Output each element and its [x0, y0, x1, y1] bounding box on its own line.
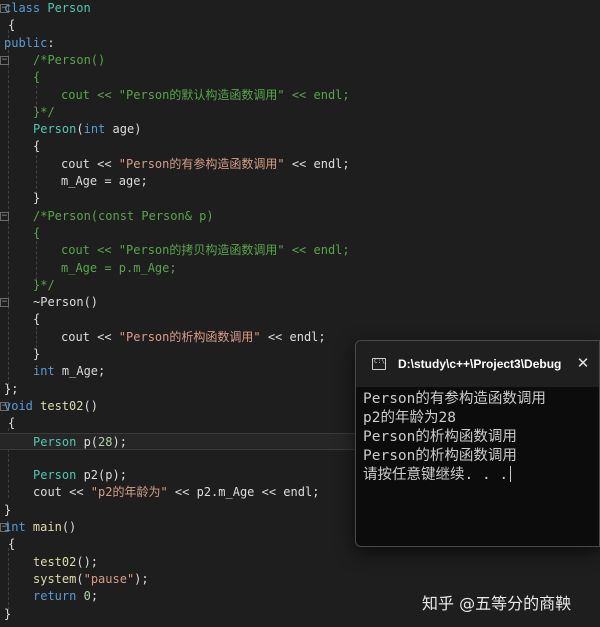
console-window[interactable]: D:\study\c++\Project3\Debug ✕ Person的有参构…	[355, 340, 600, 547]
code-line-18[interactable]: − ~Person()	[0, 294, 600, 311]
code-line-34[interactable]: system("pause");	[0, 571, 600, 588]
brace: {	[8, 18, 16, 33]
comment: }*/	[33, 277, 55, 292]
code-line-8[interactable]: Person(int age)	[0, 121, 600, 138]
console-line: p2的年龄为28	[363, 410, 456, 426]
code-line-12[interactable]: }	[0, 190, 600, 207]
code-line-2[interactable]: {	[0, 17, 600, 34]
brace: {	[33, 312, 41, 327]
brace: }	[4, 606, 12, 621]
string-literal: "pause"	[83, 571, 135, 586]
code-line-3[interactable]: public:	[0, 35, 600, 52]
terminal-icon	[372, 358, 386, 370]
watermark: 知乎 @五等分的商鞅	[422, 594, 572, 613]
function-name: main	[25, 520, 62, 534]
brace: }	[33, 347, 41, 361]
comment: m_Age = p.m_Age;	[61, 260, 177, 275]
close-button[interactable]: ✕	[574, 354, 592, 372]
text-cursor	[510, 466, 512, 482]
console-titlebar[interactable]: D:\study\c++\Project3\Debug ✕	[356, 341, 599, 387]
brace: {	[8, 537, 16, 552]
keyword-public: public	[4, 35, 48, 50]
code-line-10[interactable]: cout << "Person的有参构造函数调用" << endl;	[0, 156, 600, 173]
class-name: Person	[47, 1, 91, 15]
brace: }	[33, 191, 41, 206]
code-line-9[interactable]: {	[0, 138, 600, 155]
code-line-15[interactable]: cout << "Person的拷贝构造函数调用" << endl;	[0, 242, 600, 259]
console-line-prompt: 请按任意键继续. . .	[363, 466, 598, 485]
console-title: D:\study\c++\Project3\Debug	[398, 357, 562, 371]
code-line-11[interactable]: m_Age = age;	[0, 173, 600, 190]
keyword-class: class	[4, 1, 41, 15]
comment: cout << "Person的默认构造函数调用" << endl;	[61, 87, 350, 102]
string-literal: "p2的年龄为"	[90, 485, 168, 500]
console-line: Person的析构函数调用	[363, 448, 517, 464]
constructor-name: Person	[33, 122, 77, 137]
brace: {	[8, 416, 16, 431]
console-line: Person的析构函数调用	[363, 429, 517, 445]
brace: {	[33, 139, 41, 154]
code-line-7[interactable]: }*/	[0, 104, 600, 121]
comment: cout << "Person的拷贝构造函数调用" << endl;	[61, 243, 350, 258]
brace: }	[4, 502, 12, 517]
comment: /*Person()	[33, 52, 106, 67]
comment: {	[33, 225, 41, 240]
code-line-4[interactable]: − /*Person()	[0, 52, 600, 69]
code-line-33[interactable]: test02();	[0, 554, 600, 571]
comment: /*Person(const Person& p)	[33, 208, 214, 223]
console-line: Person的有参构造函数调用	[363, 391, 546, 407]
fold-toggle-icon[interactable]: −	[0, 211, 9, 221]
fold-toggle-icon[interactable]: −	[0, 298, 9, 308]
fold-toggle-icon[interactable]: −	[0, 55, 9, 65]
string-literal: "Person的有参构造函数调用"	[118, 156, 285, 171]
code-line-6[interactable]: cout << "Person的默认构造函数调用" << endl;	[0, 87, 600, 104]
comment: }*/	[33, 104, 55, 119]
code-line-17[interactable]: }*/	[0, 277, 600, 294]
code-line-1[interactable]: − class Person	[0, 0, 600, 17]
code-line-5[interactable]: {	[0, 69, 600, 86]
comment: {	[33, 70, 41, 85]
code-line-16[interactable]: m_Age = p.m_Age;	[0, 260, 600, 277]
function-name: test02	[32, 398, 84, 413]
code-line-19[interactable]: {	[0, 311, 600, 328]
code-line-14[interactable]: {	[0, 225, 600, 242]
console-output: Person的有参构造函数调用 p2的年龄为28 Person的析构函数调用 Pers…	[363, 390, 598, 485]
string-literal: "Person的析构函数调用"	[118, 329, 261, 344]
destructor-name: ~Person()	[33, 295, 99, 310]
brace: };	[4, 381, 19, 396]
code-line-13[interactable]: − /*Person(const Person& p)	[0, 208, 600, 225]
